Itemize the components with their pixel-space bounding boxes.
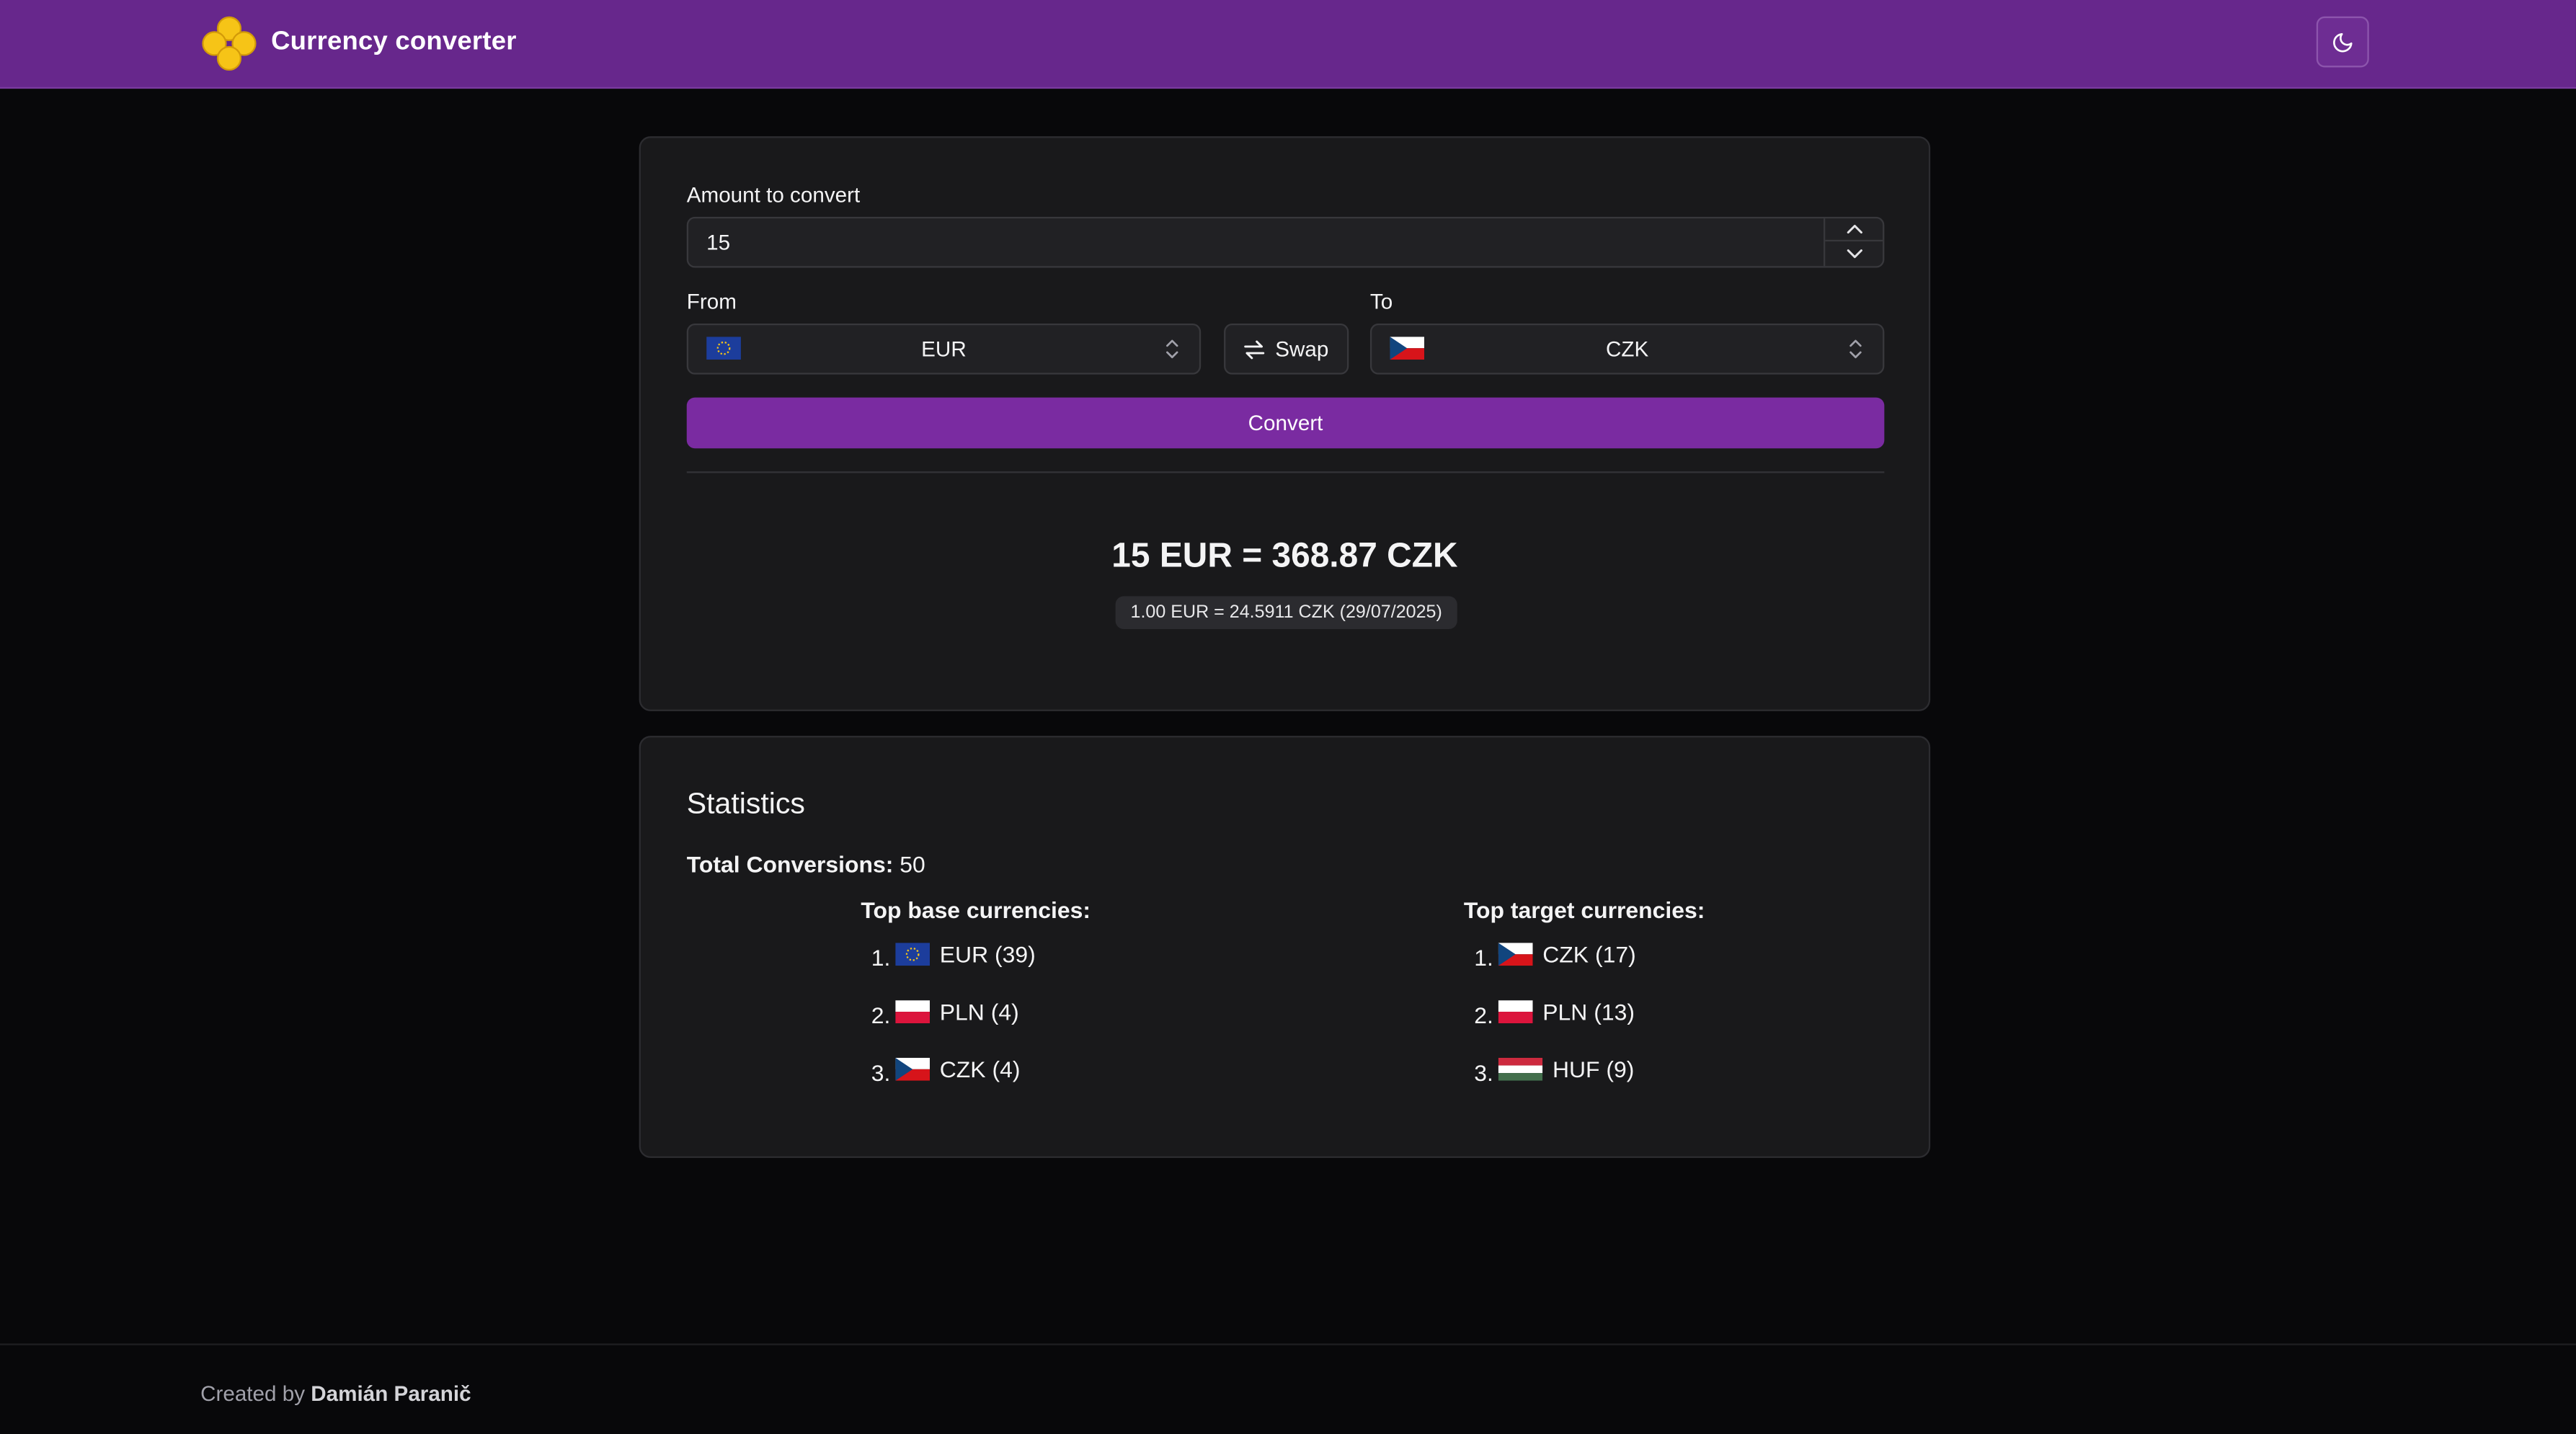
eu-flag-icon: [895, 943, 931, 966]
statistics-title: Statistics: [686, 786, 805, 820]
pl-flag-icon: [1498, 1000, 1533, 1024]
divider: [686, 471, 1885, 473]
coins-logo-icon: [202, 15, 257, 70]
chevron-down-icon: [1846, 248, 1862, 258]
converter-card: Amount to convert From To EUR: [639, 136, 1931, 711]
author-name: Damián Paranič: [311, 1381, 471, 1407]
total-conversions-value: 50: [900, 850, 925, 878]
amount-stepper: [1824, 218, 1883, 267]
moon-icon: [2333, 32, 2353, 52]
amount-field: [686, 216, 1885, 268]
to-label: To: [1369, 289, 1393, 314]
decrement-button[interactable]: [1825, 241, 1883, 264]
top-navbar: Currency converter: [0, 0, 2576, 89]
swap-arrows-icon: [1244, 339, 1265, 359]
increment-button[interactable]: [1825, 218, 1883, 242]
cz-flag-icon: [1498, 943, 1533, 966]
chevron-up-icon: [1846, 224, 1862, 234]
from-currency-value: EUR: [921, 337, 967, 362]
top-target-title: Top target currencies:: [1463, 896, 1705, 923]
top-base-title: Top base currencies:: [861, 896, 1091, 923]
footer: Created by Damián Paranič: [0, 1343, 2576, 1434]
app-title: Currency converter: [271, 27, 517, 56]
amount-input[interactable]: [688, 218, 1822, 267]
to-currency-value: CZK: [1606, 337, 1649, 362]
brand[interactable]: Currency converter: [202, 15, 516, 71]
chevrons-up-down-icon: [1848, 337, 1863, 370]
amount-label: Amount to convert: [686, 182, 861, 208]
total-conversions-label: Total Conversions:: [686, 850, 894, 878]
cz-flag-icon: [895, 1057, 931, 1081]
exchange-rate-badge: 1.00 EUR = 24.5911 CZK (29/07/2025): [1115, 596, 1457, 629]
chevrons-up-down-icon: [1165, 337, 1180, 370]
list-item: 1. EUR (39): [871, 941, 1036, 971]
from-label: From: [686, 289, 737, 314]
total-conversions: Total Conversions: 50: [687, 851, 925, 877]
list-item: 2. PLN (4): [871, 998, 1019, 1028]
swap-button[interactable]: Swap: [1224, 324, 1349, 375]
convert-button[interactable]: Convert: [686, 397, 1885, 449]
conversion-result: 15 EUR = 368.87 CZK: [1111, 537, 1458, 575]
list-item: 1. CZK (17): [1474, 941, 1636, 971]
list-item: 3. CZK (4): [871, 1056, 1021, 1086]
list-item: 3. HUF (9): [1474, 1056, 1635, 1086]
swap-label: Swap: [1275, 337, 1329, 362]
from-currency-select[interactable]: EUR: [686, 324, 1202, 375]
to-currency-select[interactable]: CZK: [1369, 324, 1885, 375]
pl-flag-icon: [895, 1000, 931, 1024]
theme-toggle-button[interactable]: [2316, 16, 2369, 68]
footer-credit: Created by Damián Paranič: [200, 1381, 471, 1407]
statistics-card: Statistics Total Conversions: 50 Top bas…: [639, 736, 1931, 1158]
hu-flag-icon: [1498, 1057, 1543, 1081]
list-item: 2. PLN (13): [1474, 998, 1635, 1028]
